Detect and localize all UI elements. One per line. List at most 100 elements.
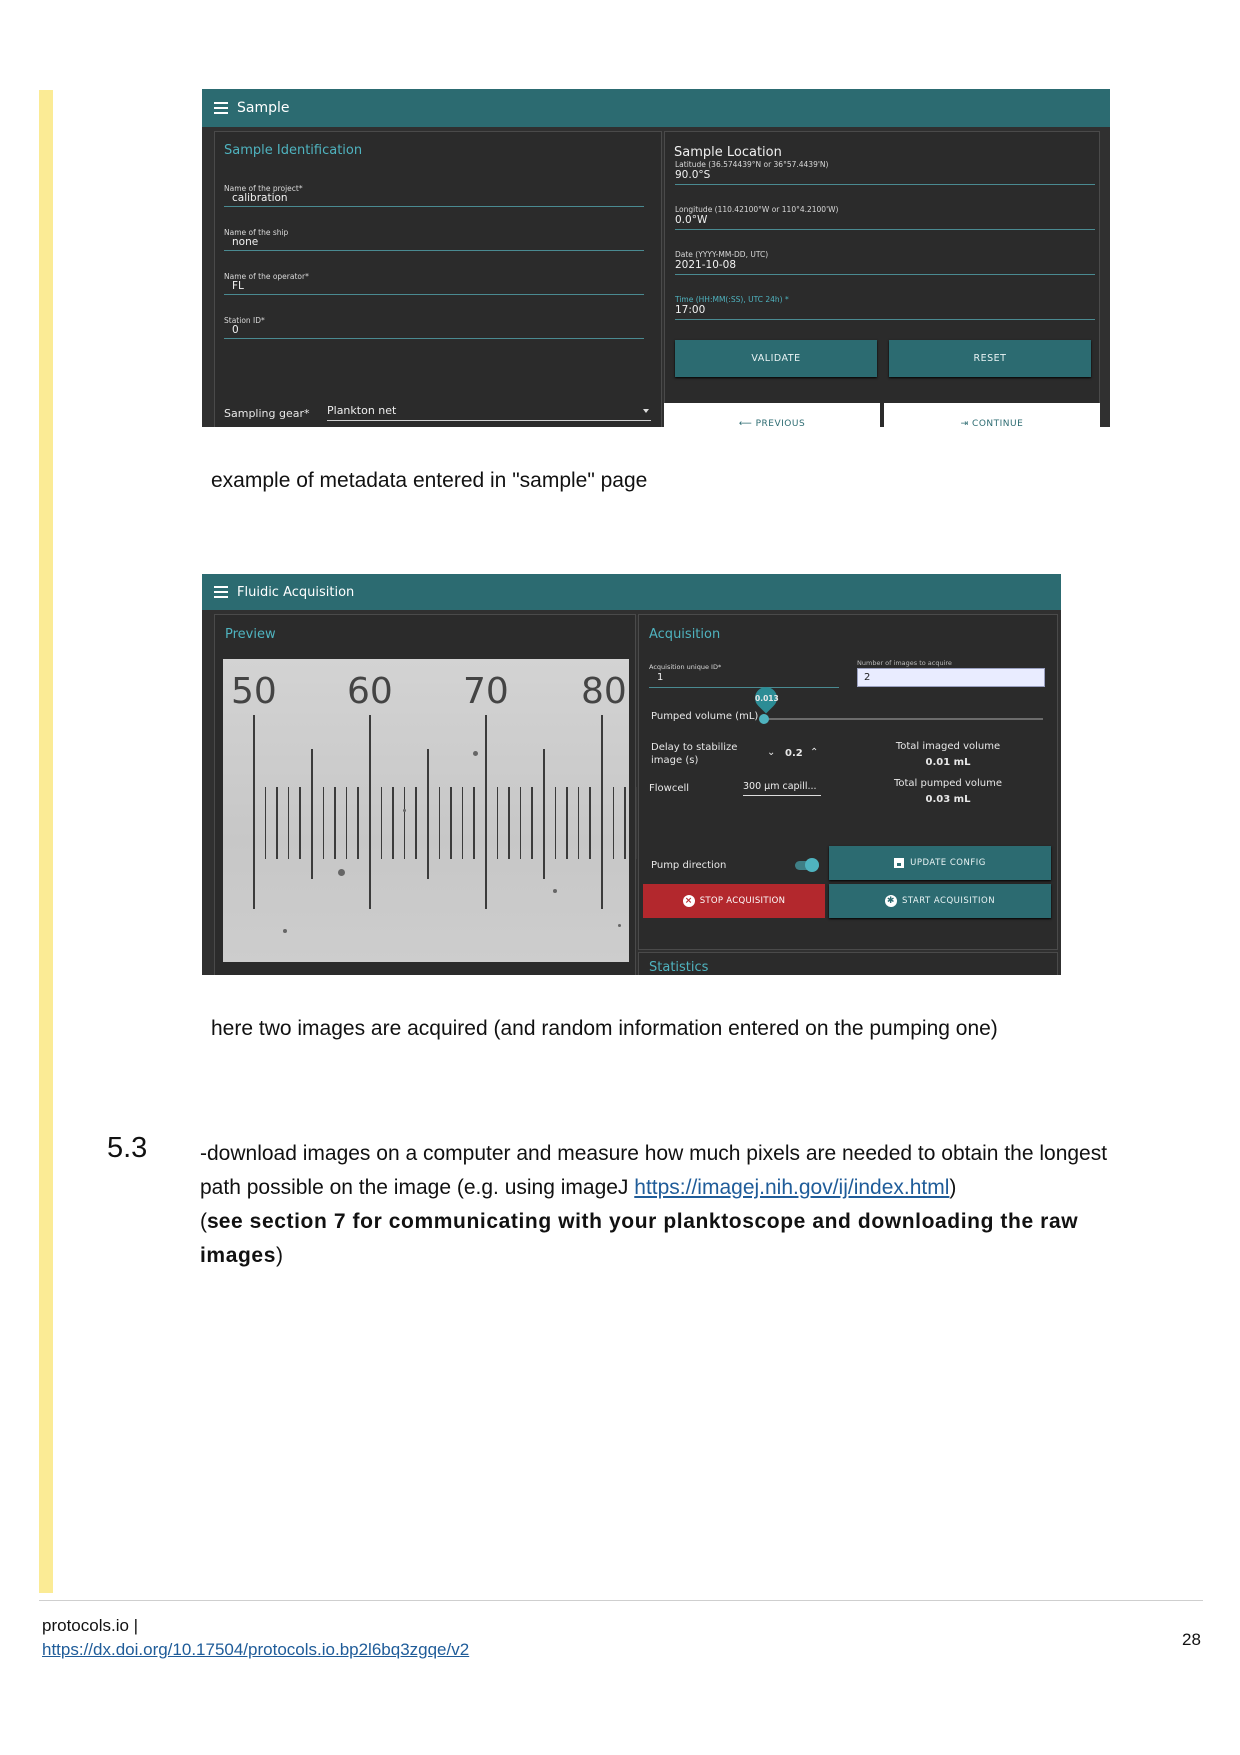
continue-button[interactable]: ⇥ CONTINUE (884, 403, 1100, 427)
time-field[interactable]: Time (HH:MM(:SS), UTC 24h) * 17:00 (675, 295, 1095, 320)
close-circle-icon: × (682, 895, 695, 907)
total-imaged-volume-value: 0.01 mL (925, 757, 971, 768)
flowcell-label: Flowcell (649, 783, 690, 794)
ruler-tick (612, 787, 615, 859)
ruler-tick (369, 715, 371, 909)
step-number: 5.3 (107, 1132, 148, 1164)
station-id-value: 0 (232, 324, 239, 336)
fluidic-page-title: Fluidic Acquisition (237, 584, 355, 600)
ruler-tick (276, 787, 278, 859)
preview-panel: Preview 50 60 70 80 (214, 614, 638, 975)
project-name-field[interactable]: Name of the project* calibration (224, 184, 644, 207)
delay-value: 0.2 (785, 748, 803, 759)
ruler-tick (473, 787, 475, 859)
ruler-tick (624, 787, 626, 859)
footer-doi-link[interactable]: https://dx.doi.org/10.17504/protocols.io… (42, 1640, 469, 1660)
ruler-number: 80 (581, 671, 627, 712)
ruler-tick (508, 787, 510, 859)
ruler-tick (345, 787, 348, 859)
previous-button[interactable]: ⟵ PREVIOUS (664, 403, 880, 427)
caption-acquisition: here two images are acquired (and random… (211, 1017, 998, 1040)
latitude-label: Latitude (36.574439°N or 36°57.4439'N) (675, 160, 829, 169)
step-note-close: ) (275, 1244, 283, 1267)
ruler-tick (299, 787, 301, 859)
validate-button[interactable]: VALIDATE (675, 340, 877, 377)
update-config-label: UPDATE CONFIG (910, 858, 986, 868)
pumped-volume-slider[interactable] (763, 718, 1043, 720)
date-field[interactable]: Date (YYYY-MM-DD, UTC) 2021-10-08 (675, 250, 1095, 275)
pumped-volume-value: 0.013 (755, 694, 779, 703)
station-id-label: Station ID* (224, 316, 265, 325)
pumped-volume-slider-knob[interactable] (759, 714, 769, 724)
imagej-link[interactable]: https://imagej.nih.gov/ij/index.html (634, 1176, 949, 1199)
sampling-gear-label: Sampling gear* (224, 407, 310, 420)
footer-site: protocols.io | (42, 1616, 139, 1635)
ruler-tick (601, 715, 603, 909)
ruler-tick (357, 787, 359, 859)
pump-direction-toggle-knob[interactable] (805, 858, 819, 872)
operator-name-field[interactable]: Name of the operator* FL (224, 272, 644, 295)
project-name-value: calibration (232, 192, 288, 204)
sampling-gear-value: Plankton net (327, 404, 397, 417)
ruler-tick (264, 787, 267, 859)
acquisition-panel: Acquisition Acquisition unique ID* 1 Num… (638, 614, 1058, 950)
station-id-field[interactable]: Station ID* 0 (224, 316, 644, 339)
delay-label-line2: image (s) (651, 755, 699, 766)
ruler-tick (566, 787, 568, 859)
acquisition-uid-label: Acquisition unique ID* (649, 663, 722, 671)
stop-acquisition-button[interactable]: × STOP ACQUISITION (643, 884, 825, 918)
ruler-tick (392, 787, 394, 859)
flowcell-select[interactable]: 300 µm capill... (743, 781, 821, 796)
ruler-tick (287, 787, 290, 859)
start-acquisition-label: START ACQUISITION (901, 896, 996, 906)
particle (553, 889, 557, 893)
acquisition-heading: Acquisition (649, 627, 721, 642)
particle (618, 924, 621, 927)
ruler-tick (531, 787, 533, 859)
ruler-tick (461, 787, 464, 859)
hamburger-menu-icon[interactable] (214, 99, 228, 117)
flowcell-value: 300 µm capill... (743, 781, 817, 792)
ruler-tick (519, 787, 522, 859)
total-imaged-volume-label: Total imaged volume (895, 741, 1001, 752)
ruler-tick (554, 787, 557, 859)
step-text: -download images on a computer and measu… (200, 1137, 1130, 1273)
sample-location-panel: Sample Location Latitude (36.574439°N or… (664, 131, 1100, 427)
acquisition-uid-field[interactable]: Acquisition unique ID* 1 (649, 663, 839, 688)
ruler-number: 70 (463, 671, 509, 712)
ship-name-field[interactable]: Name of the ship none (224, 228, 644, 251)
footer-divider (39, 1600, 1203, 1601)
date-label: Date (YYYY-MM-DD, UTC) (675, 250, 769, 259)
start-acquisition-button[interactable]: ✱ START ACQUISITION (829, 884, 1051, 918)
particle (283, 929, 287, 933)
dropdown-caret-icon (643, 409, 649, 413)
step-note-open: ( (200, 1210, 207, 1233)
ruler-tick (322, 787, 325, 859)
delay-label-line1: Delay to stabilize (651, 742, 738, 753)
caption-sample-page: example of metadata entered in "sample" … (211, 469, 648, 492)
images-count-input[interactable]: 2 (857, 668, 1045, 687)
hamburger-menu-icon[interactable] (214, 583, 228, 601)
sample-page-title: Sample (237, 100, 290, 116)
reset-button[interactable]: RESET (889, 340, 1091, 377)
page-number: 28 (1182, 1630, 1201, 1649)
step-note-s: s (207, 1210, 219, 1233)
pump-direction-label: Pump direction (651, 860, 727, 871)
fluidic-acquisition-screenshot: Fluidic Acquisition Preview 50 60 70 80 … (202, 574, 1061, 975)
statistics-panel: Statistics (638, 952, 1058, 975)
particle (473, 751, 478, 756)
chevron-up-icon[interactable]: ⌃ (810, 747, 818, 758)
update-config-button[interactable]: UPDATE CONFIG (829, 846, 1051, 880)
ruler-tick (589, 787, 591, 859)
images-count-label: Number of images to acquire (857, 659, 952, 667)
camera-preview-image: 50 60 70 80 (223, 659, 638, 962)
stop-acquisition-label: STOP ACQUISITION (699, 896, 786, 906)
sampling-gear-select[interactable]: Plankton net (327, 404, 651, 421)
ship-name-value: none (232, 236, 259, 248)
ruler-tick (450, 787, 452, 859)
date-value: 2021-10-08 (675, 259, 737, 271)
chevron-down-icon[interactable]: ⌄ (767, 747, 775, 758)
ruler-tick (403, 787, 406, 859)
longitude-field[interactable]: Longitude (110.42100°W or 110°4.2100'W) … (675, 205, 1095, 230)
latitude-field[interactable]: Latitude (36.574439°N or 36°57.4439'N) 9… (675, 160, 1095, 185)
